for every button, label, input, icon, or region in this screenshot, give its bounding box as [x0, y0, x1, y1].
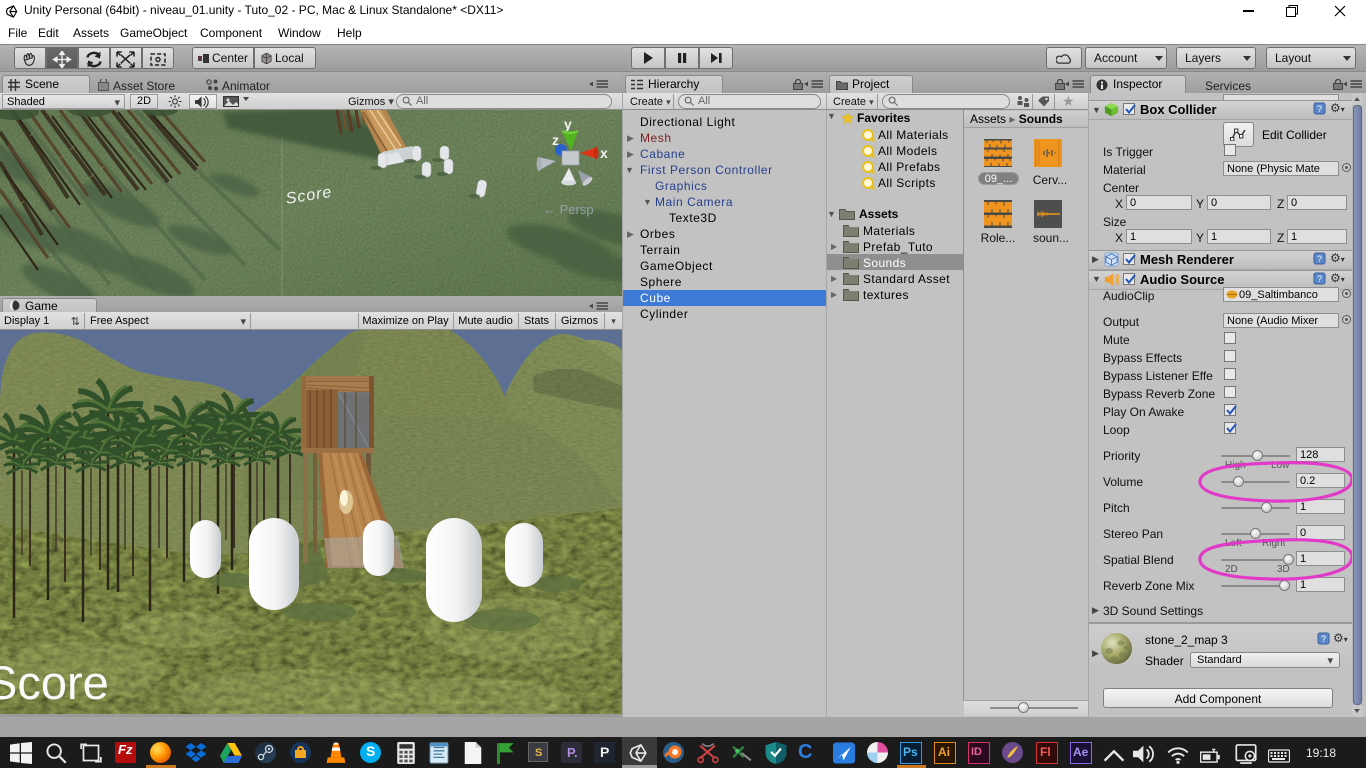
svg-text:y: y — [564, 116, 572, 132]
svg-text:?: ? — [1317, 254, 1322, 264]
svg-text:?: ? — [1317, 104, 1322, 114]
svg-text:?: ? — [1321, 634, 1326, 644]
svg-text:← Persp: ← Persp — [543, 202, 594, 217]
svg-text:?: ? — [1317, 274, 1322, 284]
svg-text:x: x — [600, 145, 608, 161]
svg-text:Score: Score — [0, 656, 109, 709]
